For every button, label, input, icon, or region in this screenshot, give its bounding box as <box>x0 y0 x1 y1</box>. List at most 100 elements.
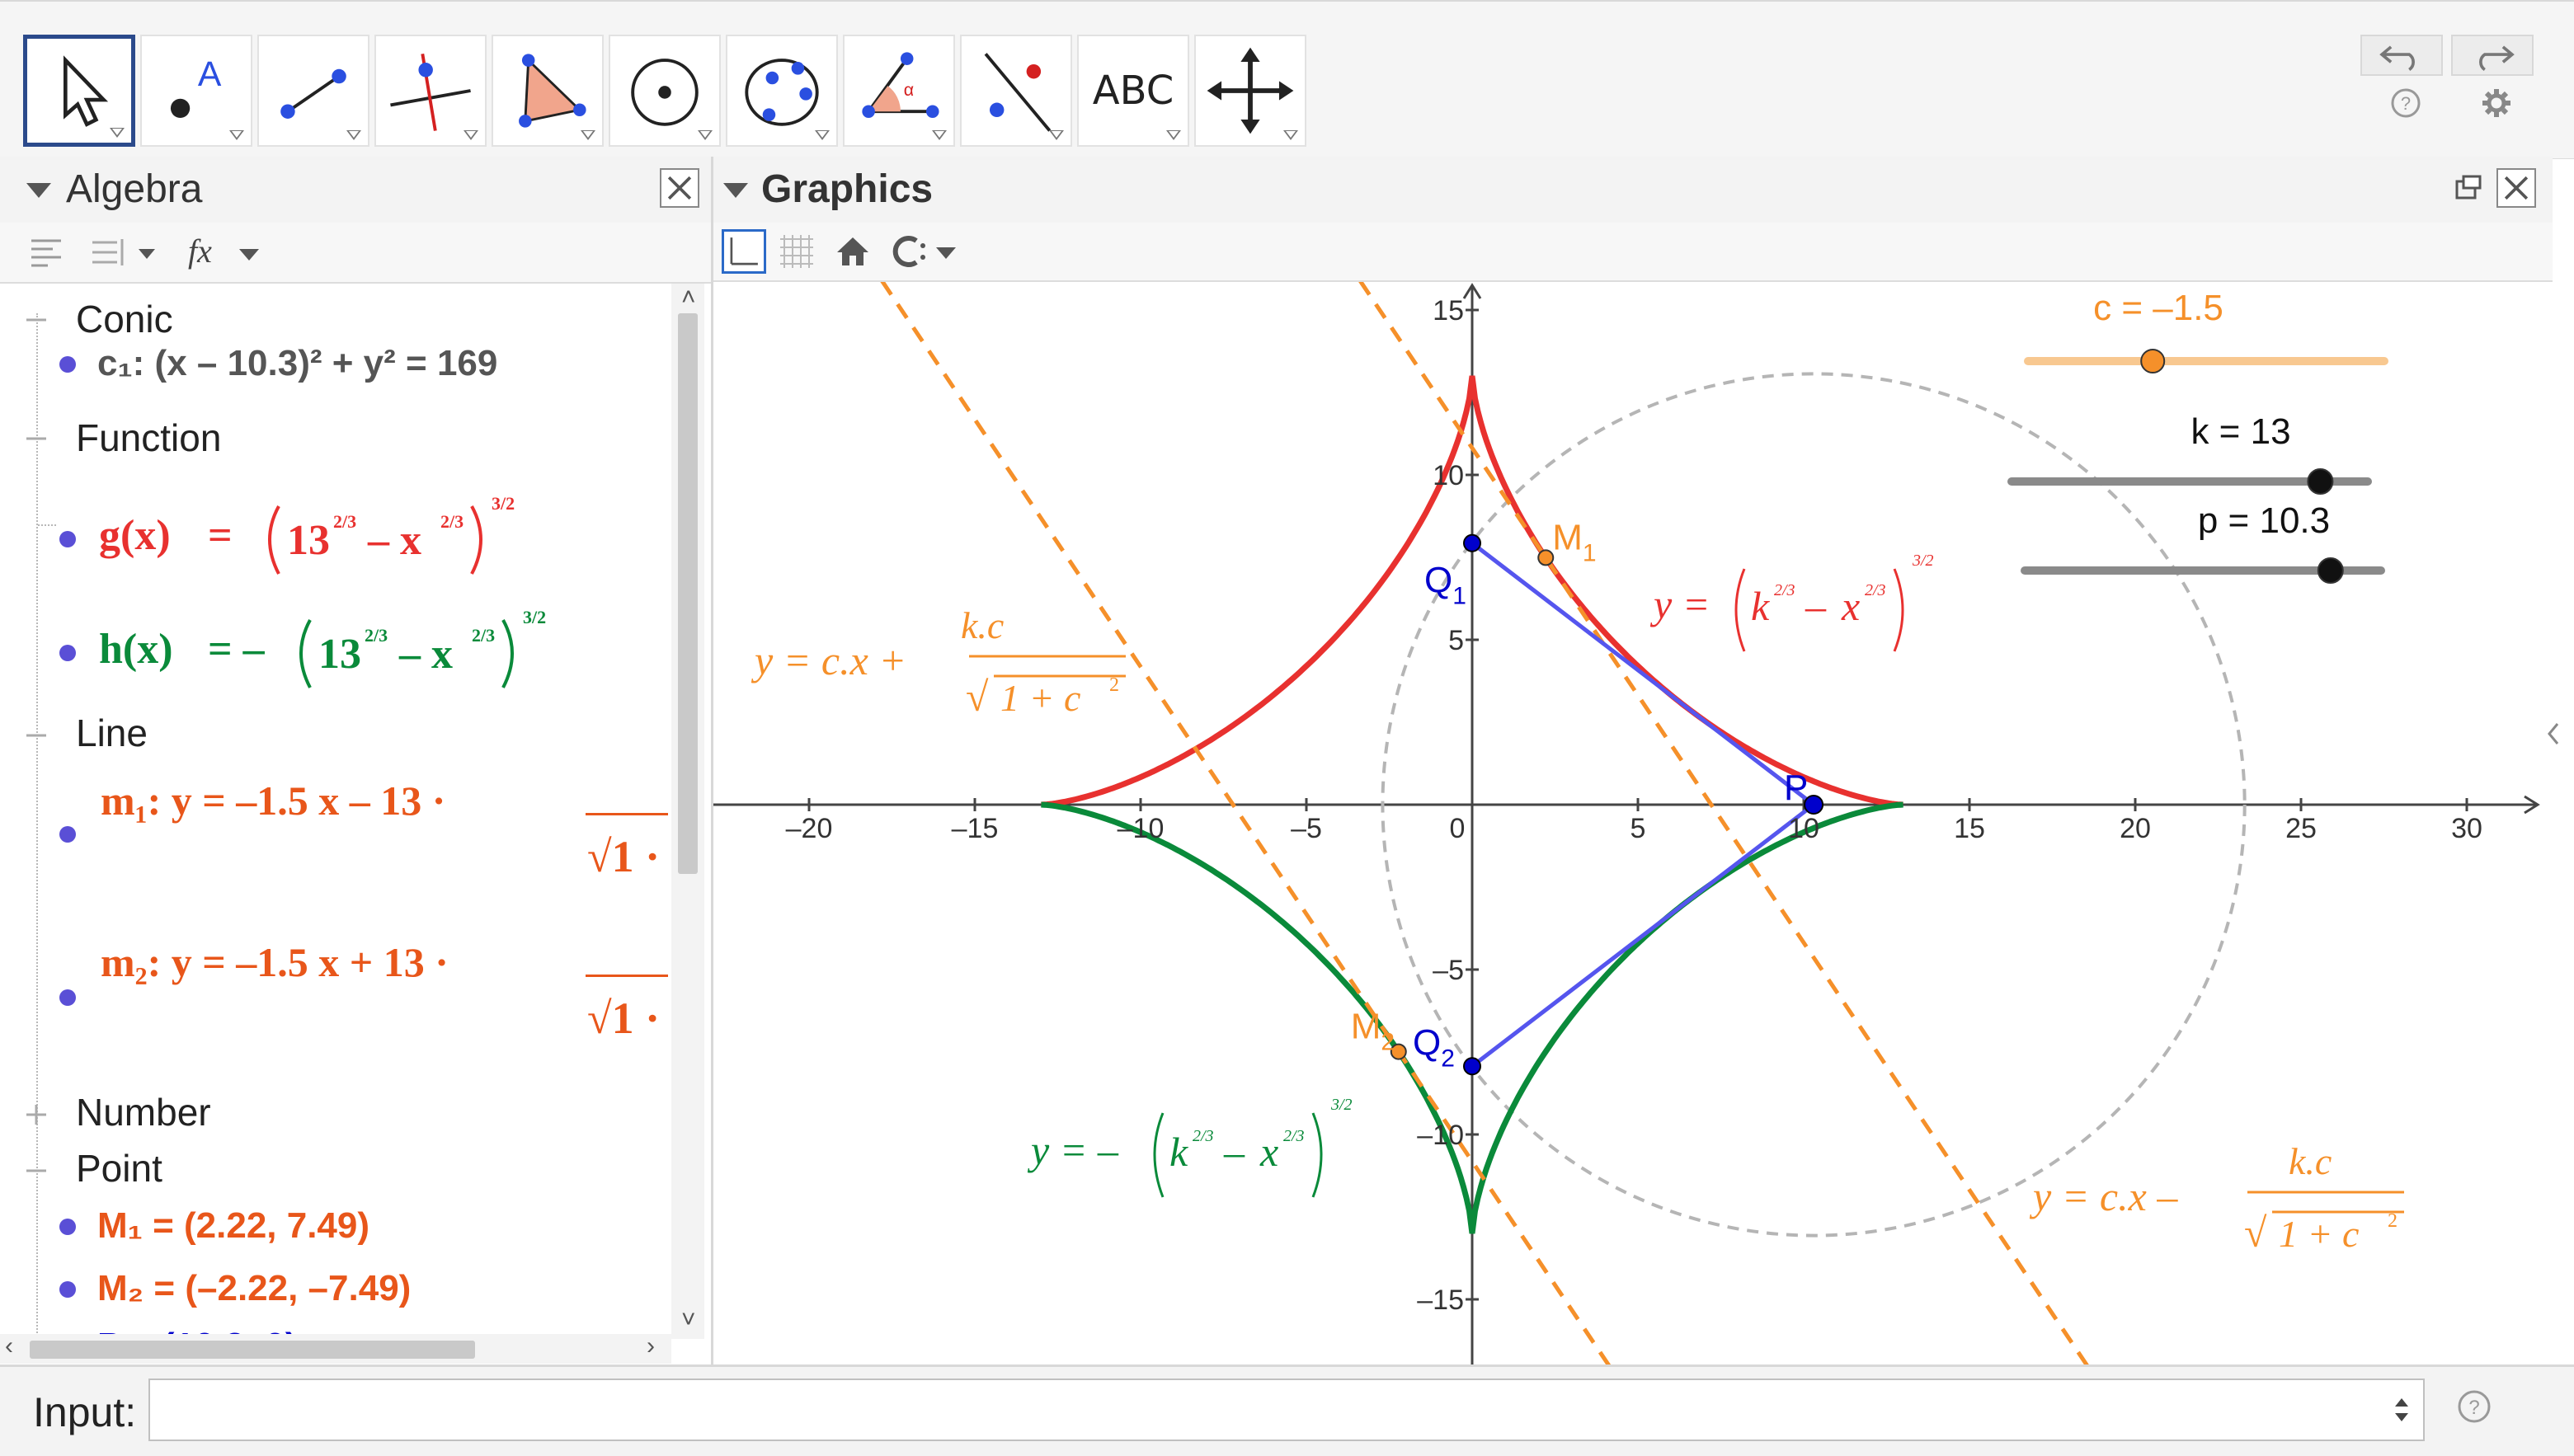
algebra-horizontal-scrollbar[interactable]: ‹ › <box>0 1332 671 1364</box>
collapse-minus-icon <box>26 437 46 440</box>
svg-text:–: – <box>1223 1129 1245 1175</box>
y-tick-label: –10 <box>1417 1120 1464 1151</box>
algebra-close-button[interactable] <box>660 168 699 208</box>
point-q2[interactable] <box>1463 1057 1481 1076</box>
algebra-vertical-scroll-thumb[interactable] <box>678 313 698 874</box>
graphics-close-button[interactable] <box>2496 168 2536 208</box>
scroll-down-icon[interactable]: ˅ <box>681 1306 696 1334</box>
svg-text:y = –: y = – <box>1027 1127 1119 1173</box>
scroll-up-icon[interactable]: ˄ <box>681 284 696 312</box>
svg-text:2/3: 2/3 <box>1774 581 1795 599</box>
function-h-visibility-dot[interactable] <box>59 645 76 661</box>
gear-icon[interactable] <box>2478 84 2515 122</box>
line-group-toggle[interactable] <box>21 721 51 750</box>
point-m2-definition[interactable]: M₂ = (–2.22, –7.49) <box>97 1268 411 1309</box>
scroll-right-icon[interactable]: › <box>647 1332 655 1360</box>
help-icon[interactable]: ? <box>2387 84 2425 122</box>
undo-button[interactable] <box>2360 35 2443 76</box>
y-tick-label: –5 <box>1433 955 1464 986</box>
auxiliary-objects-icon[interactable] <box>28 234 64 270</box>
function-group-label: Function <box>76 416 222 459</box>
home-icon[interactable] <box>834 232 872 270</box>
line-m2-visibility-dot[interactable] <box>59 989 76 1006</box>
circle-tool-button[interactable] <box>609 35 721 147</box>
point-q1[interactable] <box>1463 533 1481 552</box>
grid-icon[interactable] <box>776 231 817 272</box>
algebra-panel: Algebra fx Conic c₁: (x – 10.3)² + y² = … <box>0 157 713 1364</box>
conic-visibility-dot[interactable] <box>59 356 76 373</box>
point-tool-button[interactable]: A <box>140 35 252 147</box>
perpendicular-line-tool-button[interactable] <box>374 35 487 147</box>
line-m1-definition[interactable]: m₁: y = –1.5 x – 13 · <box>101 777 445 824</box>
scroll-left-icon[interactable]: ‹ <box>5 1332 13 1360</box>
move-graphics-tool-button[interactable] <box>1194 35 1306 147</box>
svg-text:?: ? <box>2468 1397 2479 1419</box>
input-field[interactable] <box>148 1379 2425 1441</box>
x-tick-label: 30 <box>2451 813 2482 844</box>
label-m2: M2 <box>1351 1007 1395 1056</box>
input-history-icon[interactable] <box>2392 1395 2412 1425</box>
line-m2[interactable] <box>835 211 1631 1364</box>
svg-text:2: 2 <box>1109 674 1119 696</box>
reflect-tool-button[interactable] <box>960 35 1072 147</box>
input-bar: Input: ? <box>0 1364 2574 1456</box>
function-h-formula[interactable]: h(x) = – 13 2/3 – x 2/3 3/2 <box>91 579 553 702</box>
line-m1[interactable] <box>1313 211 2109 1364</box>
polygon-tool-button[interactable] <box>492 35 604 147</box>
sort-by-icon[interactable] <box>89 234 163 270</box>
slider-p[interactable]: p = 10.3 <box>2021 500 2385 584</box>
algebra-horizontal-scroll-thumb[interactable] <box>30 1341 475 1359</box>
line-m2-definition[interactable]: m₂: y = –1.5 x + 13 · <box>101 938 449 986</box>
x-tick-label: 5 <box>1631 813 1646 844</box>
slider-p-knob[interactable] <box>2317 557 2344 584</box>
description-mode-icon[interactable]: fx <box>185 231 267 274</box>
function-g-prefix: = <box>208 512 233 559</box>
line-m1-sqrt-hint: √1 · <box>587 832 661 881</box>
number-group-toggle[interactable] <box>21 1100 51 1130</box>
svg-text:y =: y = <box>1649 581 1710 627</box>
conic-tool-button[interactable] <box>726 35 838 147</box>
point-m2-visibility-dot[interactable] <box>59 1281 76 1298</box>
show-axes-button[interactable] <box>722 229 766 274</box>
panel-expand-icon[interactable] <box>2544 717 2561 750</box>
graphics-canvas[interactable]: Q1 Q2 M1 M2 P –20 –15 –10 –5 0 5 10 15 2… <box>713 157 2553 1364</box>
algebra-collapse-icon[interactable] <box>26 183 51 198</box>
graphics-collapse-icon[interactable] <box>723 183 748 198</box>
redo-button[interactable] <box>2451 35 2534 76</box>
reflect-icon <box>984 53 1052 132</box>
svg-text:–: – <box>1805 583 1827 629</box>
angle-tool-button[interactable]: α <box>843 35 955 147</box>
annotation-lower-curve: y = – k 2/3 – x 2/3 3/2 <box>1027 1096 1353 1198</box>
slider-c-knob[interactable] <box>2140 349 2166 373</box>
conic-c1-definition[interactable]: c₁: (x – 10.3)² + y² = 169 <box>97 343 497 384</box>
line-tool-button[interactable] <box>257 35 369 147</box>
polygon-icon <box>519 54 586 128</box>
svg-text:x: x <box>1841 583 1860 629</box>
input-help-icon[interactable]: ? <box>2456 1388 2492 1425</box>
slider-c[interactable]: c = –1.5 <box>2024 288 2388 373</box>
label-p: P <box>1784 768 1808 808</box>
slider-k-knob[interactable] <box>2307 468 2334 495</box>
move-tool-button[interactable] <box>23 35 135 147</box>
annotation-line-minus: y = c.x – k.c √ 1 + c 2 <box>2029 1140 2404 1256</box>
point-m1-visibility-dot[interactable] <box>59 1219 76 1235</box>
conic-five-points-icon <box>745 59 819 126</box>
function-g-formula[interactable]: g(x) = 13 2/3 – x 2/3 3/2 <box>91 465 520 589</box>
svg-text:α: α <box>904 80 914 100</box>
undock-icon[interactable] <box>2452 171 2485 204</box>
circle-center-icon <box>631 59 699 126</box>
function-group-toggle[interactable] <box>21 424 51 453</box>
text-tool-icon: ABC <box>1092 68 1174 114</box>
conic-group-toggle[interactable] <box>21 305 51 335</box>
line-m1-visibility-dot[interactable] <box>59 826 76 843</box>
point-group-toggle[interactable] <box>21 1156 51 1186</box>
algebra-vertical-scrollbar[interactable]: ˄ ˅ <box>671 284 704 1339</box>
point-m1-definition[interactable]: M₁ = (2.22, 7.49) <box>97 1205 369 1247</box>
point-capturing-icon[interactable] <box>885 232 967 270</box>
svg-text:y = c.x +: y = c.x + <box>751 637 906 683</box>
text-tool-button[interactable]: ABC <box>1077 35 1189 147</box>
point-m1[interactable] <box>1537 549 1555 566</box>
y-tick-label: –15 <box>1417 1285 1464 1316</box>
undo-icon <box>2379 45 2415 72</box>
function-g-visibility-dot[interactable] <box>59 531 76 547</box>
